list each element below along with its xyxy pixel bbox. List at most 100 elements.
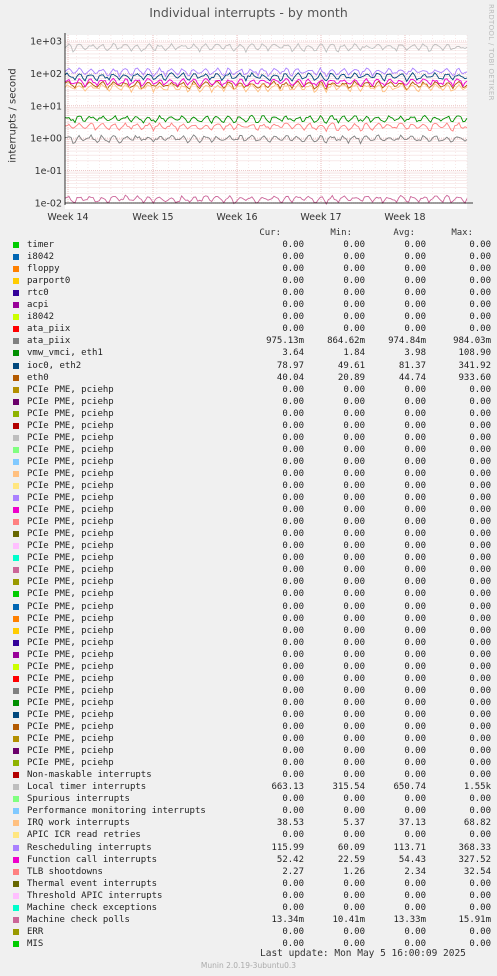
- legend-max-value: 108.90: [458, 348, 491, 359]
- legend-label: parport0: [27, 276, 71, 287]
- col-header-avg: Avg:: [393, 228, 415, 238]
- legend-min-value: 49.61: [337, 360, 365, 371]
- legend-label: PCIe PME, pciehp: [27, 625, 114, 636]
- legend-label: acpi: [27, 300, 49, 311]
- legend-row: Machine check polls 13.34m 10.41m 13.33m 15.…: [13, 914, 491, 926]
- legend-row: i8042 0.00 0.00 0.00 0.00: [13, 251, 491, 263]
- legend-max-value: 0.00: [469, 806, 491, 817]
- legend-swatch: [13, 940, 19, 947]
- legend-label: floppy: [27, 264, 60, 275]
- legend-label: PCIe PME, pciehp: [27, 613, 114, 624]
- legend-min-value: 0.00: [343, 264, 365, 275]
- y-tick-label: 1e-01: [35, 166, 62, 177]
- legend-max-value: 0.00: [469, 758, 491, 769]
- legend-swatch: [13, 434, 19, 441]
- legend-max-value: 0.00: [469, 709, 491, 720]
- legend-label: Spurious interrupts: [27, 794, 130, 805]
- legend-avg-value: 0.00: [404, 722, 426, 732]
- legend-swatch: [13, 470, 19, 477]
- legend-max-value: 0.00: [469, 456, 491, 467]
- legend-swatch: [13, 495, 19, 502]
- legend-row: PCIe PME, pciehp 0.00 0.00 0.00 0.00: [13, 444, 491, 456]
- legend-swatch: [13, 374, 19, 381]
- legend-label: PCIe PME, pciehp: [27, 384, 114, 395]
- legend-max-value: 0.00: [469, 902, 491, 913]
- legend-swatch: [13, 446, 19, 453]
- legend-cur-value: 0.00: [282, 697, 304, 708]
- legend-cur-value: 78.97: [276, 360, 304, 371]
- legend-avg-value: 0.00: [404, 613, 426, 624]
- legend-swatch: [13, 844, 19, 851]
- legend-label: IRQ work interrupts: [27, 818, 130, 829]
- legend-row: PCIe PME, pciehp 0.00 0.00 0.00 0.00: [13, 468, 491, 480]
- legend-row: PCIe PME, pciehp 0.00 0.00 0.00 0.00: [13, 480, 491, 492]
- legend-max-value: 0.00: [469, 890, 491, 901]
- legend-label: PCIe PME, pciehp: [27, 468, 114, 479]
- legend-label: PCIe PME, pciehp: [27, 396, 114, 407]
- legend-label: MIS: [27, 938, 44, 949]
- legend-min-value: 0.00: [343, 746, 365, 757]
- legend-max-value: 0.00: [469, 300, 491, 311]
- legend-max-value: 0.00: [469, 661, 491, 672]
- legend-cur-value: 38.53: [276, 818, 304, 829]
- legend-row: PCIe PME, pciehp 0.00 0.00 0.00 0.00: [13, 733, 491, 745]
- y-tick-label: 1e+00: [30, 134, 62, 145]
- legend-label: PCIe PME, pciehp: [27, 649, 114, 660]
- legend-cur-value: 0.00: [282, 300, 304, 311]
- legend-swatch: [13, 555, 19, 562]
- col-header-cur: Cur:: [259, 228, 281, 238]
- legend-cur-value: 3.64: [282, 348, 304, 359]
- legend-min-value: 0.00: [343, 601, 365, 612]
- legend-swatch: [13, 880, 19, 887]
- legend-swatch: [13, 639, 19, 646]
- legend-min-value: 0.00: [343, 517, 365, 528]
- legend-avg-value: 0.00: [404, 505, 426, 516]
- legend-cur-value: 0.00: [282, 926, 304, 937]
- legend-avg-value: 0.00: [404, 565, 426, 576]
- legend-row: Local timer interrupts 663.13 315.54 650.74…: [13, 781, 491, 793]
- legend-min-value: 0.00: [343, 300, 365, 311]
- legend-swatch: [13, 507, 19, 514]
- legend-row: eth0 40.04 20.89 44.74 933.60: [13, 372, 491, 384]
- x-tick-label: Week 14: [47, 212, 88, 223]
- legend-min-value: 0.00: [343, 408, 365, 419]
- legend-min-value: 0.00: [343, 481, 365, 491]
- legend-swatch: [13, 615, 19, 622]
- legend-min-value: 0.00: [343, 673, 365, 684]
- legend-max-value: 368.33: [458, 842, 491, 853]
- legend-label: PCIe PME, pciehp: [27, 637, 114, 648]
- legend-cur-value: 0.00: [282, 709, 304, 720]
- legend-label: TLB shootdowns: [27, 866, 103, 877]
- legend-min-value: 0.00: [343, 661, 365, 672]
- legend-max-value: 15.91m: [458, 914, 491, 925]
- legend-max-value: 0.00: [469, 493, 491, 504]
- legend-label: PCIe PME, pciehp: [27, 758, 114, 769]
- legend-cur-value: 0.00: [282, 722, 304, 732]
- legend-label: PCIe PME, pciehp: [27, 517, 114, 528]
- munin-version: Munin 2.0.19-3ubuntu0.3: [200, 961, 297, 970]
- legend-row: PCIe PME, pciehp 0.00 0.00 0.00 0.00: [13, 516, 491, 528]
- legend-max-value: 0.00: [469, 637, 491, 648]
- legend-label: PCIe PME, pciehp: [27, 565, 114, 576]
- legend-label: ioc0, eth2: [27, 360, 82, 371]
- legend-cur-value: 0.00: [282, 794, 304, 805]
- legend-label: PCIe PME, pciehp: [27, 553, 114, 564]
- col-header-max: Max:: [451, 228, 473, 238]
- legend-avg-value: 0.00: [404, 529, 426, 540]
- legend-cur-value: 0.00: [282, 565, 304, 576]
- legend-min-value: 0.00: [343, 806, 365, 817]
- legend-swatch: [13, 531, 19, 538]
- legend-label: PCIe PME, pciehp: [27, 420, 114, 431]
- legend-min-value: 0.00: [343, 420, 365, 431]
- y-tick-label: 1e+02: [30, 69, 62, 80]
- legend-row: PCIe PME, pciehp 0.00 0.00 0.00 0.00: [13, 697, 491, 709]
- legend-label: PCIe PME, pciehp: [27, 444, 114, 455]
- legend-row: IRQ work interrupts 38.53 5.37 37.13 68.82: [13, 817, 491, 829]
- legend-min-value: 0.00: [343, 529, 365, 540]
- legend-min-value: 0.00: [343, 444, 365, 455]
- legend-cur-value: 115.99: [271, 842, 304, 853]
- legend-avg-value: 0.00: [404, 637, 426, 648]
- legend-min-value: 5.37: [343, 818, 365, 829]
- legend-label: vmw_vmci, eth1: [27, 348, 103, 359]
- legend-min-value: 1.84: [343, 348, 365, 359]
